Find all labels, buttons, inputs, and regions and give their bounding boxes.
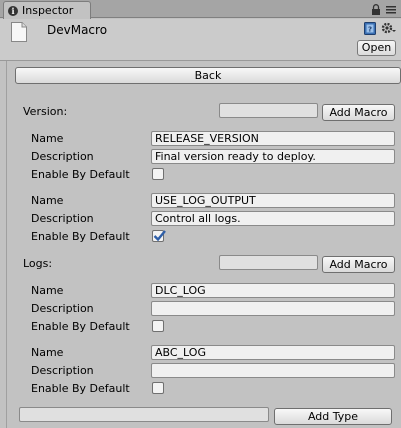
svg-text:?: ? [368, 26, 372, 34]
macro-enable-label: Enable By Default [31, 230, 130, 243]
asset-header: DevMacro ? Open [0, 19, 401, 61]
macro-name-field[interactable]: DLC_LOG [151, 283, 395, 298]
macro-name-label: Name [31, 346, 64, 359]
macro-enable-checkbox[interactable] [152, 230, 166, 242]
lock-icon[interactable] [371, 4, 381, 15]
macro-name-field[interactable]: ABC_LOG [151, 345, 395, 360]
macro-name-label: Name [31, 284, 64, 297]
macro-enable-label: Enable By Default [31, 320, 130, 333]
version-add-macro-button[interactable]: Add Macro [322, 104, 395, 121]
macro-description-field[interactable]: Control all logs. [151, 211, 395, 226]
inspector-content: Back Version: Add Macro Name RELEASE_VER… [6, 61, 401, 428]
macro-description-label: Description [31, 302, 94, 315]
menu-icon[interactable] [386, 6, 396, 14]
title-bar: i Inspector [0, 0, 401, 19]
file-icon [11, 22, 27, 42]
macro-description-label: Description [31, 364, 94, 377]
tab-inspector[interactable]: i Inspector [3, 1, 91, 19]
macro-description-label: Description [31, 150, 94, 163]
info-icon: i [8, 5, 18, 16]
macro-name-label: Name [31, 132, 64, 145]
macro-enable-label: Enable By Default [31, 382, 130, 395]
macro-name-label: Name [31, 194, 64, 207]
version-macro-input[interactable] [219, 103, 318, 118]
logs-section-label: Logs: [23, 257, 53, 270]
macro-enable-checkbox[interactable] [152, 168, 164, 180]
macro-enable-label: Enable By Default [31, 168, 130, 181]
macro-description-field[interactable] [151, 363, 395, 378]
macro-enable-checkbox[interactable] [152, 320, 164, 332]
back-button[interactable]: Back [15, 67, 401, 84]
add-type-input[interactable] [19, 407, 269, 422]
gear-icon[interactable] [381, 21, 396, 36]
logs-macro-input[interactable] [219, 255, 318, 270]
macro-description-label: Description [31, 212, 94, 225]
open-button[interactable]: Open [357, 40, 396, 56]
checkmark-icon [153, 230, 166, 242]
add-type-button[interactable]: Add Type [274, 408, 392, 425]
macro-enable-checkbox[interactable] [152, 382, 164, 394]
tab-label: Inspector [22, 4, 74, 17]
help-book-icon[interactable]: ? [364, 22, 376, 35]
macro-description-field[interactable] [151, 301, 395, 316]
macro-description-field[interactable]: Final version ready to deploy. [151, 149, 395, 164]
asset-name: DevMacro [47, 23, 108, 37]
logs-add-macro-button[interactable]: Add Macro [322, 256, 395, 273]
macro-name-field[interactable]: RELEASE_VERSION [151, 131, 395, 146]
version-section-label: Version: [23, 105, 68, 118]
macro-name-field[interactable]: USE_LOG_OUTPUT [151, 193, 395, 208]
